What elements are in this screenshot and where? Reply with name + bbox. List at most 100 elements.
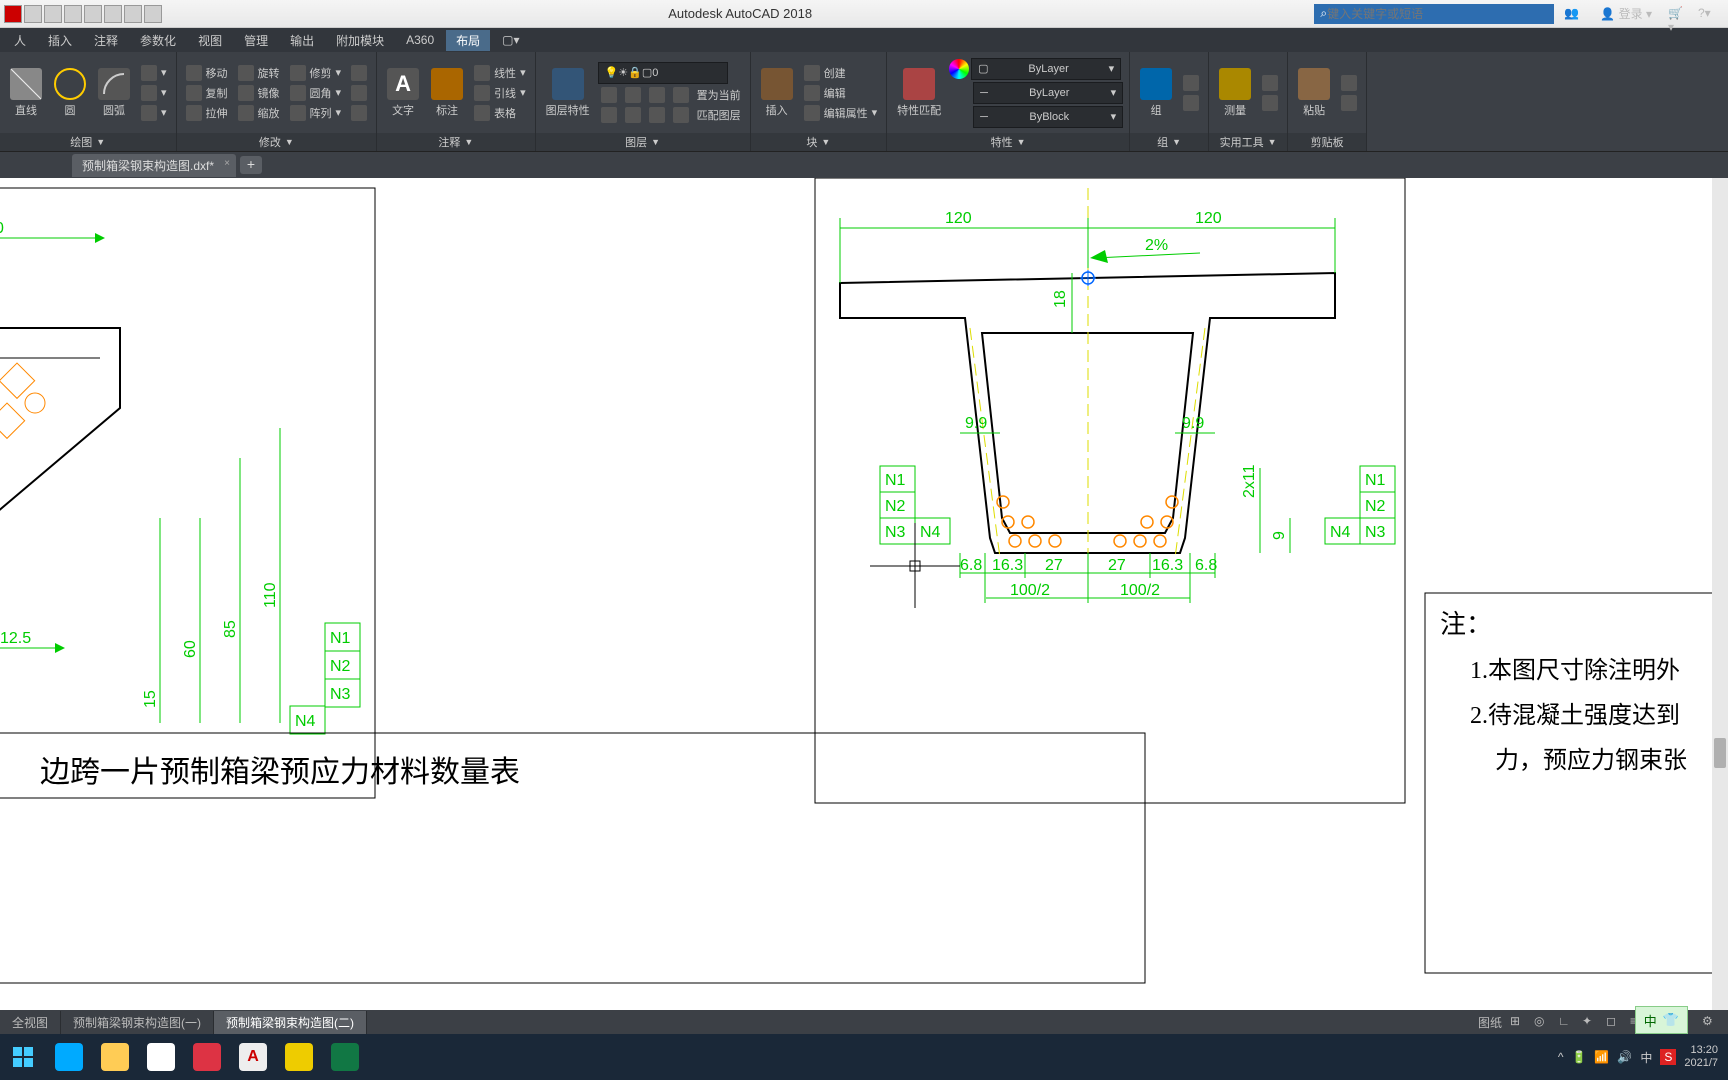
mod-extra3[interactable]: [348, 104, 370, 122]
qat-app-icon[interactable]: [4, 5, 22, 23]
tray-ime2-icon[interactable]: S: [1660, 1049, 1676, 1065]
osnap-icon[interactable]: ◻: [1606, 1014, 1622, 1030]
lineweight-dropdown[interactable]: ─ByLayer▾: [973, 82, 1123, 104]
lyr-ic4[interactable]: [670, 86, 692, 104]
editattr-button[interactable]: 编辑属性▾: [801, 104, 881, 122]
document-tab[interactable]: 预制箱梁钢束构造图.dxf* ×: [72, 154, 236, 177]
grp-ic2[interactable]: [1180, 94, 1202, 112]
search-box[interactable]: ⌕: [1314, 4, 1554, 24]
grid-icon[interactable]: ⊞: [1510, 1014, 1526, 1030]
task-autocad[interactable]: A: [230, 1037, 276, 1077]
lyr-ic8[interactable]: [670, 106, 692, 124]
start-button[interactable]: [0, 1034, 46, 1080]
panel-group-title[interactable]: 组▼: [1130, 133, 1208, 151]
linetype-dropdown[interactable]: ─ByBlock▾: [973, 106, 1123, 128]
tray-chevron-icon[interactable]: ^: [1558, 1050, 1564, 1064]
matchprop-button[interactable]: 特性匹配: [893, 66, 945, 120]
task-cloud[interactable]: [138, 1037, 184, 1077]
copy-button[interactable]: 复制: [183, 84, 231, 102]
vertical-scrollbar[interactable]: [1712, 178, 1728, 1010]
create-button[interactable]: 创建: [801, 64, 881, 82]
qat-open-icon[interactable]: [44, 5, 62, 23]
text-button[interactable]: A文字: [383, 66, 423, 120]
move-button[interactable]: 移动: [183, 64, 231, 82]
menu-a360[interactable]: A360: [396, 31, 444, 49]
lyr-ic1[interactable]: [598, 86, 620, 104]
exchange-icon[interactable]: 🛒▾: [1668, 6, 1688, 22]
grp-ic1[interactable]: [1180, 74, 1202, 92]
layer-dropdown[interactable]: 💡☀🔒▢ 0: [598, 62, 728, 84]
mod-extra2[interactable]: [348, 84, 370, 102]
menu-layout[interactable]: 布局: [446, 30, 490, 51]
drawing-canvas[interactable]: 0 12.5 15 60 85 110 N1 N2 N3 N4 120 120: [0, 178, 1728, 1010]
menu-insert-person[interactable]: 人: [4, 30, 36, 51]
qat-new-icon[interactable]: [24, 5, 42, 23]
rotate-button[interactable]: 旋转: [235, 64, 283, 82]
layout-tab-2[interactable]: 预制箱梁钢束构造图(二): [214, 1011, 367, 1034]
task-edge[interactable]: [46, 1037, 92, 1077]
tray-ime1[interactable]: 中: [1640, 1049, 1652, 1066]
circle-button[interactable]: 圆: [50, 66, 90, 120]
panel-draw-title[interactable]: 绘图▼: [0, 133, 176, 151]
menu-view[interactable]: 视图: [188, 30, 232, 51]
menu-output[interactable]: 输出: [280, 30, 324, 51]
task-ppt[interactable]: [184, 1037, 230, 1077]
lyr-ic3[interactable]: [646, 86, 668, 104]
line-button[interactable]: 直线: [6, 66, 46, 120]
dim-button[interactable]: 标注: [427, 66, 467, 120]
insert-button[interactable]: 插入: [757, 66, 797, 120]
polyline-button[interactable]: ▾: [138, 64, 170, 82]
mod-extra1[interactable]: [348, 64, 370, 82]
menu-insert[interactable]: 插入: [38, 30, 82, 51]
scroll-thumb[interactable]: [1714, 738, 1726, 768]
layout-tab-all[interactable]: 全视图: [0, 1011, 61, 1034]
menu-parametric[interactable]: 参数化: [130, 30, 186, 51]
task-app1[interactable]: [276, 1037, 322, 1077]
paste-button[interactable]: 粘贴: [1294, 66, 1334, 120]
scale-button[interactable]: 缩放: [235, 104, 283, 122]
trim-button[interactable]: 修剪▾: [287, 64, 345, 82]
edit-button[interactable]: 编辑: [801, 84, 881, 102]
array-button[interactable]: 阵列▾: [287, 104, 345, 122]
tray-clock[interactable]: 13:20 2021/7: [1684, 1044, 1718, 1070]
login-button[interactable]: 👤 登录 ▾: [1594, 3, 1658, 24]
util-ic2[interactable]: [1259, 94, 1281, 112]
qat-saveas-icon[interactable]: [84, 5, 102, 23]
panel-layer-title[interactable]: 图层▼: [536, 133, 750, 151]
cut-button[interactable]: [1338, 74, 1360, 92]
panel-annotate-title[interactable]: 注释▼: [377, 133, 535, 151]
lyr-ic7[interactable]: [646, 106, 668, 124]
menu-more-icon[interactable]: ▢▾: [492, 31, 529, 49]
qat-save-icon[interactable]: [64, 5, 82, 23]
arc-button[interactable]: 圆弧: [94, 66, 134, 120]
menu-annotate[interactable]: 注释: [84, 30, 128, 51]
menu-manage[interactable]: 管理: [234, 30, 278, 51]
measure-button[interactable]: 测量: [1215, 66, 1255, 120]
color-icon[interactable]: [949, 59, 969, 79]
ortho-icon[interactable]: ∟: [1558, 1014, 1574, 1030]
snap-icon[interactable]: ◎: [1534, 1014, 1550, 1030]
task-excel[interactable]: [322, 1037, 368, 1077]
status-paper[interactable]: 图纸: [1478, 1014, 1502, 1031]
search-input[interactable]: [1327, 7, 1548, 21]
hatch-button[interactable]: ▾: [138, 84, 170, 102]
stretch-button[interactable]: 拉伸: [183, 104, 231, 122]
layerprops-button[interactable]: 图层特性: [542, 66, 594, 120]
util-ic1[interactable]: [1259, 74, 1281, 92]
close-icon[interactable]: ×: [224, 158, 230, 169]
lyr-ic2[interactable]: [622, 86, 644, 104]
qat-redo-icon[interactable]: [144, 5, 162, 23]
qat-print-icon[interactable]: [104, 5, 122, 23]
mirror-button[interactable]: 镜像: [235, 84, 283, 102]
task-explorer[interactable]: [92, 1037, 138, 1077]
menu-addons[interactable]: 附加模块: [326, 30, 394, 51]
setcurrent-button[interactable]: 置为当前: [694, 86, 744, 104]
ime-bar[interactable]: 中 👕: [1635, 1006, 1688, 1034]
tray-volume-icon[interactable]: 🔊: [1617, 1050, 1632, 1064]
share-icon[interactable]: 👥: [1564, 6, 1584, 22]
layout-tab-1[interactable]: 预制箱梁钢束构造图(一): [61, 1011, 214, 1034]
panel-properties-title[interactable]: 特性▼: [887, 133, 1129, 151]
qat-undo-icon[interactable]: [124, 5, 142, 23]
group-button[interactable]: 组: [1136, 66, 1176, 120]
linear-button[interactable]: 线性▾: [471, 64, 529, 82]
